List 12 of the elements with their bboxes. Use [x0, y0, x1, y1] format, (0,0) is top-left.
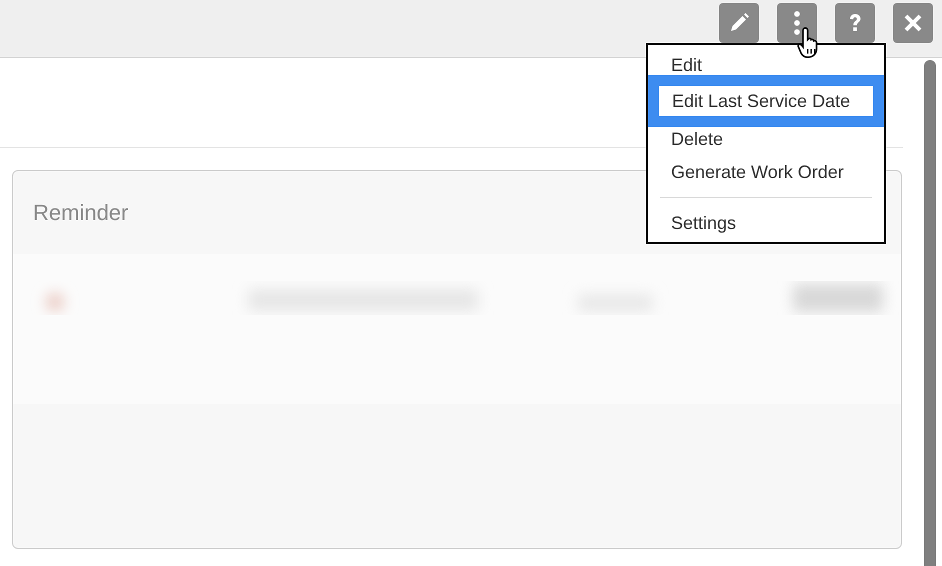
- menu-item[interactable]: Edit Last Service Date: [659, 86, 873, 116]
- menu-item[interactable]: Settings: [671, 213, 736, 233]
- menu-item[interactable]: Edit: [671, 55, 702, 75]
- pencil-button[interactable]: [719, 3, 759, 43]
- more-icon: [794, 11, 800, 35]
- menu-item[interactable]: Delete: [671, 129, 724, 149]
- help-button[interactable]: [835, 3, 875, 43]
- menu-item[interactable]: Generate Work Order: [671, 162, 844, 182]
- close-button[interactable]: [893, 3, 933, 43]
- card-title: Reminder: [33, 200, 128, 226]
- scrollbar[interactable]: [924, 60, 936, 566]
- more-button[interactable]: [777, 3, 817, 43]
